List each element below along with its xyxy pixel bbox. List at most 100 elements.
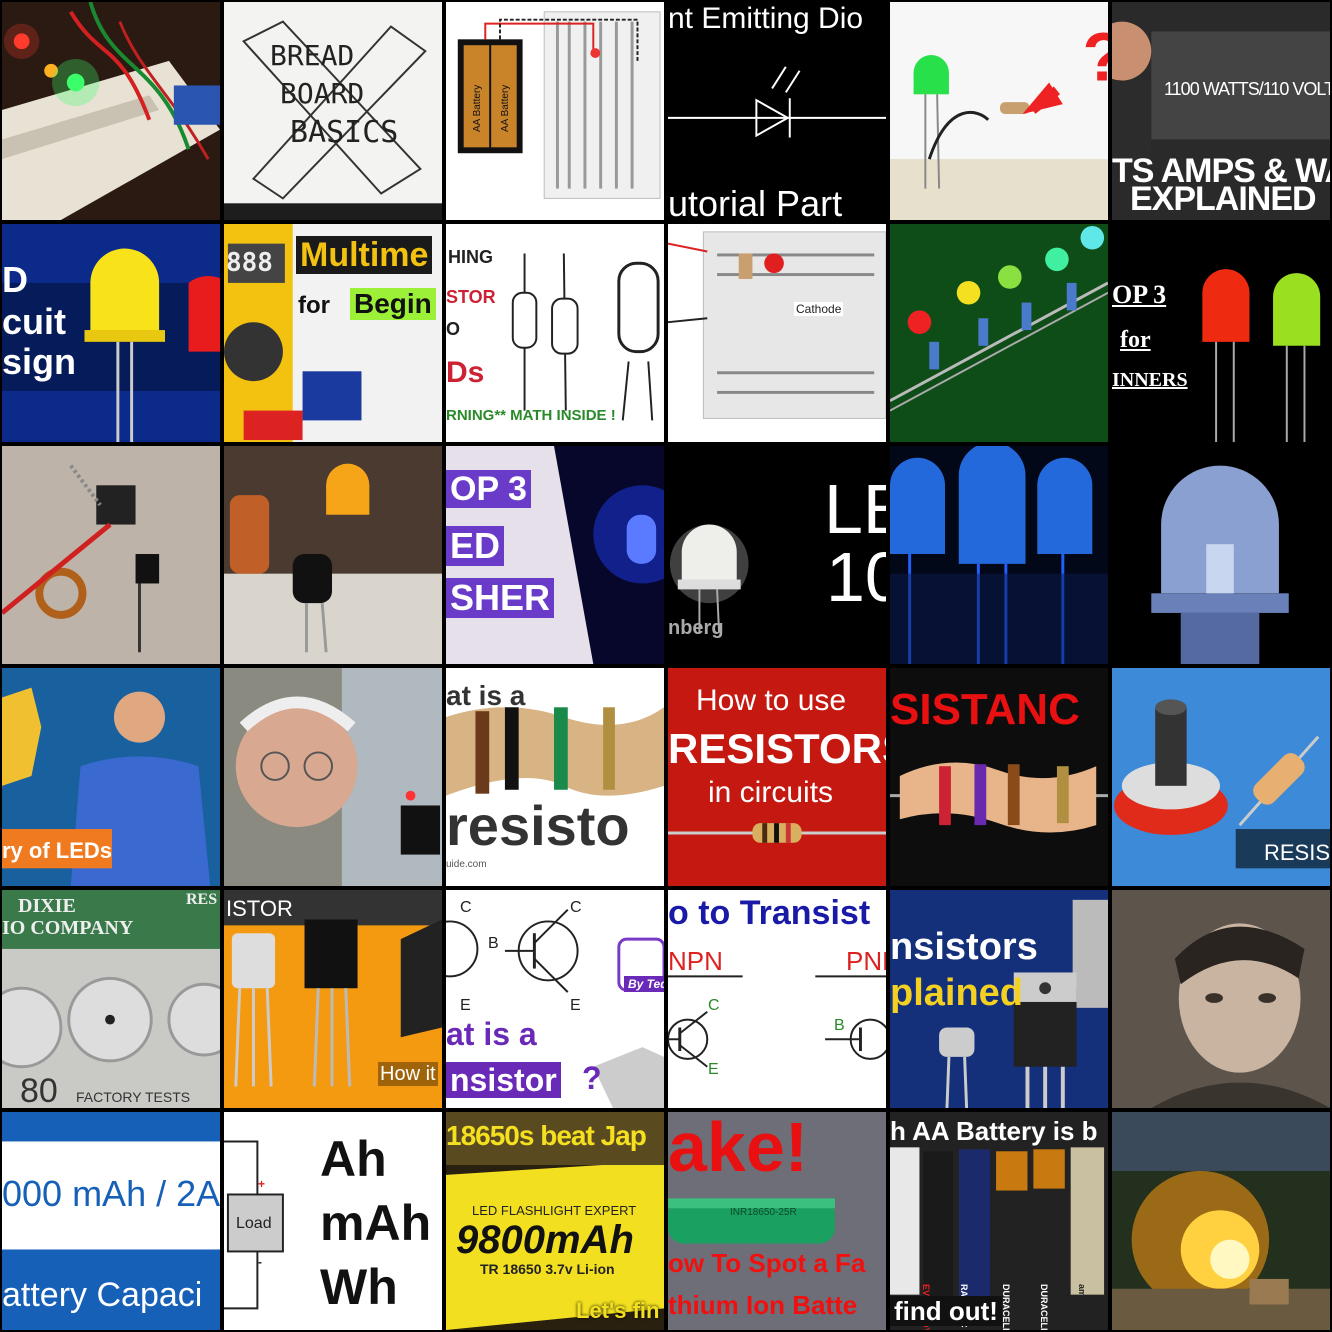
thumbnail-battery-breadboard[interactable]: AA Battery AA Battery bbox=[444, 0, 666, 222]
thumbnail-breadboard-basics[interactable]: BREAD BOARD BASICS bbox=[222, 0, 444, 222]
label-b: B bbox=[834, 1017, 845, 1034]
title-line-2: Let's fin bbox=[576, 1298, 660, 1323]
thumbnail-led-resistor-chain[interactable] bbox=[888, 222, 1110, 444]
thumbnail-led-inventor[interactable] bbox=[222, 666, 444, 888]
site-text: uide.com bbox=[446, 859, 487, 870]
caption-text: How it bbox=[378, 1062, 438, 1086]
thumbnail-potentiometer-resistor[interactable]: RESIS bbox=[1110, 666, 1332, 888]
battery-label-1: AA Battery bbox=[472, 84, 483, 132]
title-line-3: O bbox=[446, 319, 461, 339]
inventor-portrait bbox=[224, 668, 442, 886]
title-line-1: OP 3 bbox=[446, 470, 531, 508]
title-question-mark: ? bbox=[582, 1060, 602, 1096]
title-line-3: sign bbox=[2, 341, 77, 382]
title-line-1: OP 3 bbox=[1112, 280, 1167, 309]
thumbnail-18650-battery-test[interactable]: 18650s beat Jap LED FLASHLIGHT EXPERT 98… bbox=[444, 1110, 666, 1332]
thumbnail-battery-explosion[interactable] bbox=[1110, 1110, 1332, 1332]
thumbnail-transistor-how-it-works[interactable]: ISTOR How it bbox=[222, 888, 444, 1110]
title-line-1: DIXIE bbox=[18, 895, 76, 917]
thumbnail-transistors-explained[interactable]: nsistors plained bbox=[888, 888, 1110, 1110]
thumbnail-volts-amps-watts[interactable]: 1100 WATTS/110 VOLTS = TS AMPS & WA EXPL… bbox=[1110, 0, 1332, 222]
title-line-1: How to use bbox=[696, 684, 847, 717]
thumbnail-transistor-inventor-portrait[interactable] bbox=[1110, 888, 1332, 1110]
video-thumbnail-grid: BREAD BOARD BASICS AA Battery AA Battery bbox=[0, 0, 1332, 1332]
npn-label: NPN bbox=[668, 946, 723, 976]
thumbnail-breadboard-cathode[interactable]: Cathode bbox=[666, 222, 888, 444]
led-chain-photo bbox=[890, 224, 1108, 442]
multimeter-display: 888 bbox=[226, 248, 273, 278]
thumbnail-fake-lithium-battery[interactable]: ake! INR18650-25R ow To Spot a Fa thium … bbox=[666, 1110, 888, 1332]
title-line-1: SISTANC bbox=[890, 685, 1080, 734]
blue-led-row-render bbox=[890, 446, 1108, 664]
caption-text: ry of LEDs bbox=[2, 838, 113, 863]
thumbnail-ir-circuit[interactable] bbox=[0, 444, 222, 666]
thumbnail-blue-leds-row[interactable] bbox=[888, 444, 1110, 666]
title-line-1: LE bbox=[824, 470, 886, 548]
cell-label: INR18650-25R bbox=[730, 1207, 797, 1218]
thumbnail-led-resistor[interactable]: ? bbox=[888, 0, 1110, 222]
formula-text: 1100 WATTS/110 VOLTS = bbox=[1164, 79, 1330, 99]
label-b: B bbox=[488, 935, 499, 952]
capacity-text: 9800mAh bbox=[456, 1218, 634, 1262]
thumbnail-top3-leds-beginners[interactable]: OP 3 for INNERS bbox=[1110, 222, 1332, 444]
title-line-3: thium Ion Batte bbox=[668, 1290, 858, 1320]
unit-ah: Ah bbox=[320, 1131, 387, 1187]
title-line-3: Begin bbox=[350, 288, 436, 320]
title-line-2: ow To Spot a Fa bbox=[668, 1248, 866, 1278]
thumbnail-vintage-resistor-box[interactable]: DIXIE IO COMPANY RES 80 FACTORY TESTS bbox=[0, 888, 222, 1110]
led-resistor-photo: ? bbox=[890, 2, 1108, 220]
cell-spec: TR 18650 3.7v Li-ion bbox=[480, 1261, 615, 1277]
title-line-3: BASICS bbox=[290, 115, 399, 150]
title-line-2: EXPLAINED bbox=[1130, 180, 1317, 218]
title-line-1: D bbox=[2, 259, 28, 300]
thumbnail-what-is-a-resistor[interactable]: at is a resisto uide.com bbox=[444, 666, 666, 888]
thumbnail-breadboard-transistor[interactable] bbox=[222, 444, 444, 666]
title-line-2: for bbox=[1120, 327, 1151, 353]
title-line-1: ISTOR bbox=[226, 896, 293, 921]
title-line-2: ED bbox=[446, 526, 505, 566]
minus-sign: - bbox=[258, 1255, 262, 1269]
title-line-3: in circuits bbox=[708, 776, 834, 809]
title-line-1: Multime bbox=[296, 236, 433, 274]
thumbnail-multimeter-beginners[interactable]: 888 Multime for Begin bbox=[222, 222, 444, 444]
thumbnail-led-circuit-design[interactable]: D cuit sign bbox=[0, 222, 222, 444]
title-line-1: h AA Battery is b bbox=[890, 1116, 1098, 1146]
thumbnail-top3-led-flasher[interactable]: OP 3 ED SHER bbox=[444, 444, 666, 666]
title-line-1: nsistors bbox=[890, 926, 1038, 968]
thumbnail-led-tutorial[interactable]: nt Emitting Dio utorial Part bbox=[666, 0, 888, 222]
title-line-1: 18650s beat Jap bbox=[446, 1120, 647, 1151]
thumbnail-how-to-use-resistors[interactable]: How to use RESISTORS in circuits bbox=[666, 666, 888, 888]
stamp-number: 80 bbox=[20, 1072, 58, 1110]
thumbnail-resistance[interactable]: SISTANC bbox=[888, 666, 1110, 888]
thumbnail-what-is-a-transistor[interactable]: C C B E E By Ted at is a nsistor ? bbox=[444, 888, 666, 1110]
title-line-2: BOARD bbox=[280, 77, 365, 110]
clear-led-render bbox=[1112, 446, 1330, 664]
thumbnail-led-101[interactable]: LE 10 nberg bbox=[666, 444, 888, 666]
title-line-2: nsistor bbox=[446, 1062, 561, 1098]
breadboard-x-drawing bbox=[224, 2, 442, 220]
thumbnail-led-render[interactable] bbox=[1110, 444, 1332, 666]
title-line-2: attery Capaci bbox=[2, 1276, 203, 1314]
title-line-1: 000 mAh / 2A bbox=[2, 1173, 221, 1214]
brand-text: nberg bbox=[668, 617, 724, 639]
title-line-1: HING bbox=[448, 247, 493, 267]
pnp-label: PNP bbox=[846, 946, 886, 976]
thumbnail-npn-pnp-transistors[interactable]: o to Transist NPN PNP C B E bbox=[666, 888, 888, 1110]
thumbnail-breadboard-leds[interactable] bbox=[0, 0, 222, 222]
thumbnail-battery-capacity[interactable]: 000 mAh / 2A attery Capaci bbox=[0, 1110, 222, 1332]
thumbnail-history-of-leds[interactable]: ry of LEDs bbox=[0, 666, 222, 888]
brand-duracell-1: DURACELL bbox=[1001, 1284, 1011, 1332]
title-line-3: RES bbox=[186, 891, 218, 908]
title-line-1: BREAD bbox=[270, 39, 355, 72]
title-line-2: RESISTORS bbox=[668, 725, 888, 772]
transistor-breadboard-photo bbox=[224, 446, 442, 664]
thumbnail-aa-battery-comparison[interactable]: h AA Battery is b EVEREADY RAYOVAC DURAC… bbox=[888, 1110, 1110, 1332]
thumbnail-resistor-leds-math[interactable]: HING STOR O Ds RNING** MATH INSIDE ! bbox=[444, 222, 666, 444]
brand-tagline: LED FLASHLIGHT EXPERT bbox=[472, 1203, 637, 1218]
unit-wh: Wh bbox=[320, 1259, 398, 1315]
brand-duracell-2: DURACELL bbox=[1039, 1284, 1049, 1332]
breadboard-leds-image bbox=[2, 2, 220, 220]
svg-text:?: ? bbox=[1082, 19, 1108, 96]
thumbnail-ah-mah-wh[interactable]: Load + - Ah mAh Wh bbox=[222, 1110, 444, 1332]
title-top: nt Emitting Dio bbox=[668, 2, 864, 35]
